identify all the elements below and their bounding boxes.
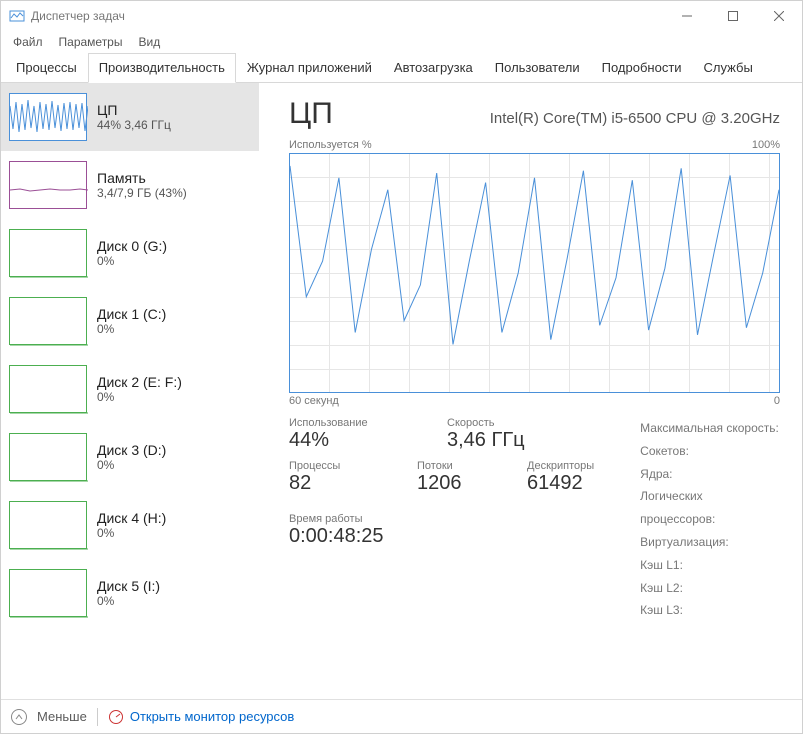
info-sockets: Сокетов: — [640, 440, 780, 463]
tab-bar: Процессы Производительность Журнал прило… — [1, 53, 802, 83]
info-maxspeed: Максимальная скорость: — [640, 417, 780, 440]
sidebar-thumb-disk1 — [9, 297, 87, 345]
app-icon — [9, 8, 25, 24]
sidebar-subtitle: 0% — [97, 254, 167, 268]
graph-bottom-left: 60 секунд — [289, 395, 339, 407]
sidebar-thumb-disk4 — [9, 501, 87, 549]
open-resource-monitor-link[interactable]: Открыть монитор ресурсов — [108, 709, 294, 725]
info-l3: Кэш L3: — [640, 599, 780, 622]
performance-main: ЦП Intel(R) Core(TM) i5-6500 CPU @ 3.20G… — [259, 83, 802, 699]
uptime-label: Время работы — [289, 513, 594, 525]
utilization-label: Использование — [289, 417, 419, 429]
handles-value: 61492 — [527, 472, 594, 495]
cpu-graph — [289, 153, 780, 393]
tab-apphistory[interactable]: Журнал приложений — [236, 53, 383, 83]
graph-bottom-right: 0 — [774, 395, 780, 407]
tab-users[interactable]: Пользователи — [484, 53, 591, 83]
performance-sidebar[interactable]: ЦП44% 3,46 ГГцПамять3,4/7,9 ГБ (43%)Диск… — [1, 83, 259, 699]
chevron-up-icon[interactable] — [11, 709, 27, 725]
titlebar: Диспетчер задач — [1, 1, 802, 31]
sidebar-item-disk3[interactable]: Диск 3 (D:)0% — [1, 423, 259, 491]
footer-separator — [97, 708, 98, 726]
cpu-info-list: Максимальная скорость: Сокетов: Ядра: Ло… — [622, 417, 780, 622]
info-virt: Виртуализация: — [640, 531, 780, 554]
open-resource-monitor-label: Открыть монитор ресурсов — [130, 709, 294, 724]
sidebar-thumb-disk3 — [9, 433, 87, 481]
sidebar-subtitle: 0% — [97, 526, 166, 540]
tab-performance[interactable]: Производительность — [88, 53, 236, 83]
body: ЦП44% 3,46 ГГцПамять3,4/7,9 ГБ (43%)Диск… — [1, 83, 802, 699]
sidebar-thumb-mem — [9, 161, 87, 209]
sidebar-title: Диск 3 (D:) — [97, 442, 166, 458]
cpu-model: Intel(R) Core(TM) i5-6500 CPU @ 3.20GHz — [490, 110, 780, 127]
tab-details[interactable]: Подробности — [591, 53, 693, 83]
minimize-button[interactable] — [664, 1, 710, 31]
tab-startup[interactable]: Автозагрузка — [383, 53, 484, 83]
sidebar-title: ЦП — [97, 102, 171, 118]
close-button[interactable] — [756, 1, 802, 31]
info-cores: Ядра: — [640, 463, 780, 486]
threads-value: 1206 — [417, 472, 499, 495]
tab-processes[interactable]: Процессы — [5, 53, 88, 83]
sidebar-subtitle: 44% 3,46 ГГц — [97, 118, 171, 132]
sidebar-title: Диск 5 (I:) — [97, 578, 160, 594]
sidebar-thumb-disk2 — [9, 365, 87, 413]
cpu-heading: ЦП — [289, 97, 333, 131]
sidebar-item-mem[interactable]: Память3,4/7,9 ГБ (43%) — [1, 151, 259, 219]
sidebar-subtitle: 0% — [97, 594, 160, 608]
window-title: Диспетчер задач — [31, 9, 664, 23]
processes-label: Процессы — [289, 460, 389, 472]
sidebar-subtitle: 0% — [97, 322, 166, 336]
handles-label: Дескрипторы — [527, 460, 594, 472]
speed-value: 3,46 ГГц — [447, 429, 525, 452]
speed-label: Скорость — [447, 417, 525, 429]
sidebar-item-cpu[interactable]: ЦП44% 3,46 ГГц — [1, 83, 259, 151]
info-l1: Кэш L1: — [640, 554, 780, 577]
sidebar-title: Диск 4 (H:) — [97, 510, 166, 526]
sidebar-thumb-disk0 — [9, 229, 87, 277]
utilization-value: 44% — [289, 429, 419, 452]
menubar: Файл Параметры Вид — [1, 31, 802, 53]
sidebar-item-disk1[interactable]: Диск 1 (C:)0% — [1, 287, 259, 355]
menu-file[interactable]: Файл — [7, 33, 49, 51]
maximize-button[interactable] — [710, 1, 756, 31]
graph-top-right: 100% — [752, 139, 780, 151]
processes-value: 82 — [289, 472, 389, 495]
threads-label: Потоки — [417, 460, 499, 472]
menu-view[interactable]: Вид — [132, 33, 166, 51]
sidebar-item-disk4[interactable]: Диск 4 (H:)0% — [1, 491, 259, 559]
graph-top-left: Используется % — [289, 139, 372, 151]
sidebar-title: Диск 1 (C:) — [97, 306, 166, 322]
sidebar-title: Диск 2 (E: F:) — [97, 374, 182, 390]
info-logical: Логических процессоров: — [640, 485, 780, 531]
fewer-details-link[interactable]: Меньше — [37, 709, 87, 724]
sidebar-title: Диск 0 (G:) — [97, 238, 167, 254]
footer: Меньше Открыть монитор ресурсов — [1, 699, 802, 733]
sidebar-subtitle: 3,4/7,9 ГБ (43%) — [97, 186, 187, 200]
info-l2: Кэш L2: — [640, 577, 780, 600]
uptime-value: 0:00:48:25 — [289, 525, 594, 548]
sidebar-item-disk5[interactable]: Диск 5 (I:)0% — [1, 559, 259, 627]
sidebar-title: Память — [97, 170, 187, 186]
sidebar-thumb-disk5 — [9, 569, 87, 617]
sidebar-subtitle: 0% — [97, 390, 182, 404]
stats-grid: Использование 44% Скорость 3,46 ГГц Проц… — [289, 417, 780, 622]
tab-services[interactable]: Службы — [693, 53, 764, 83]
menu-options[interactable]: Параметры — [53, 33, 129, 51]
resource-monitor-icon — [108, 709, 124, 725]
sidebar-thumb-cpu — [9, 93, 87, 141]
sidebar-subtitle: 0% — [97, 458, 166, 472]
sidebar-item-disk0[interactable]: Диск 0 (G:)0% — [1, 219, 259, 287]
sidebar-item-disk2[interactable]: Диск 2 (E: F:)0% — [1, 355, 259, 423]
